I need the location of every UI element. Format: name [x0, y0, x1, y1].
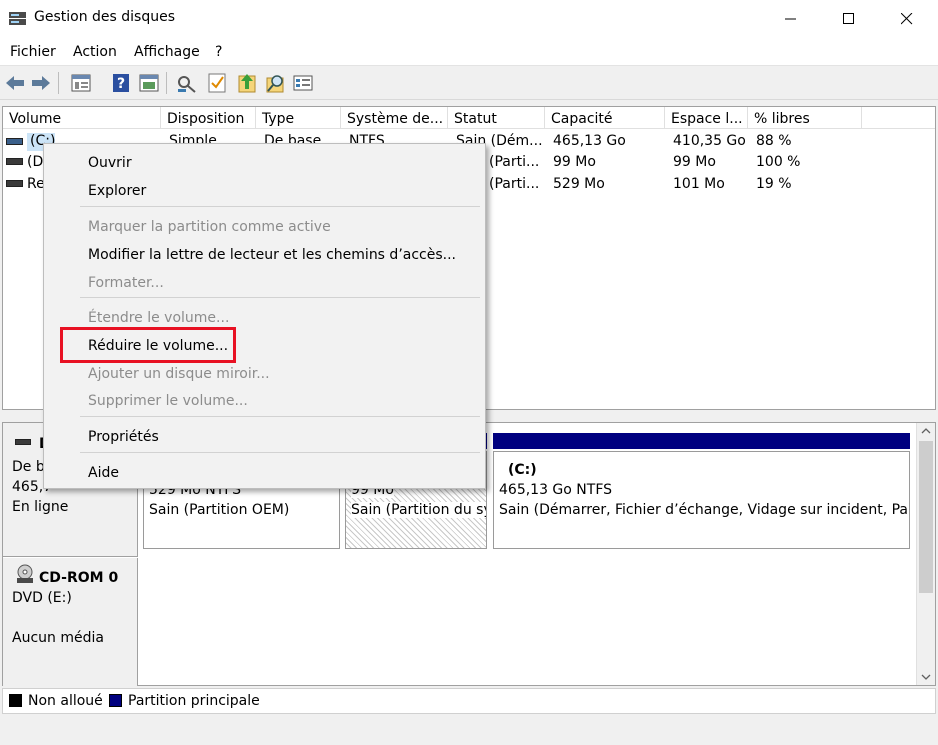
- volume-icon: [6, 138, 23, 145]
- disk-type: De b: [12, 459, 45, 475]
- menu-item-add-mirror: Ajouter un disque miroir...: [88, 366, 270, 382]
- menu-bar: Fichier Action Affichage ?: [0, 38, 938, 66]
- partition-status: Sain (Partition du sy: [351, 502, 486, 518]
- volume-free: 99 Mo: [673, 154, 716, 170]
- volume-status: (Parti...: [489, 154, 540, 170]
- svg-text:?: ?: [117, 76, 125, 92]
- scrollbar-thumb[interactable]: [919, 441, 933, 593]
- volume-capacity: 99 Mo: [553, 154, 596, 170]
- menu-fichier[interactable]: Fichier: [10, 44, 56, 60]
- back-arrow-icon[interactable]: [4, 72, 26, 94]
- view-icon[interactable]: [138, 72, 160, 94]
- menu-item-format: Formater...: [88, 275, 164, 291]
- partition-status: Sain (Démarrer, Fichier d’échange, Vidag…: [499, 502, 910, 518]
- column-capacity[interactable]: Capacité: [545, 107, 665, 129]
- menu-affichage[interactable]: Affichage: [134, 44, 200, 60]
- disk-status: Aucun média: [12, 630, 104, 646]
- disk-status: En ligne: [12, 499, 69, 515]
- title-bar: Gestion des disques: [0, 0, 938, 38]
- volume-percent: 100 %: [756, 154, 801, 170]
- disk-management-icon: [9, 12, 26, 25]
- volume-free: 410,35 Go: [673, 133, 746, 149]
- menu-help[interactable]: ?: [215, 44, 222, 60]
- cdrom-icon: [17, 564, 33, 583]
- column-disposition[interactable]: Disposition: [161, 107, 256, 129]
- context-menu: Ouvrir Explorer Marquer la partition com…: [43, 143, 486, 489]
- list-icon[interactable]: [292, 72, 314, 94]
- column-volume[interactable]: Volume: [3, 107, 161, 129]
- window-title: Gestion des disques: [34, 9, 176, 25]
- scroll-down-icon[interactable]: [921, 673, 931, 681]
- legend-swatch-primary: [109, 694, 122, 707]
- up-arrow-icon[interactable]: [236, 72, 258, 94]
- disk-type: DVD (E:): [12, 590, 72, 606]
- column-header: Volume Disposition Type Système de... St…: [3, 107, 935, 129]
- legend-unallocated: Non alloué: [28, 693, 103, 709]
- legend-swatch-unallocated: [9, 694, 22, 707]
- connect-icon[interactable]: [176, 72, 198, 94]
- column-filesystem[interactable]: Système de...: [341, 107, 448, 129]
- column-type[interactable]: Type: [256, 107, 341, 129]
- volume-percent: 19 %: [756, 176, 792, 192]
- close-button[interactable]: [884, 0, 930, 38]
- disk-icon: [15, 439, 31, 445]
- partition-bar: [493, 433, 910, 449]
- menu-item-open[interactable]: Ouvrir: [88, 155, 132, 171]
- partition-c[interactable]: (C:) 465,13 Go NTFS Sain (Démarrer, Fich…: [493, 451, 910, 549]
- properties-icon[interactable]: [70, 72, 92, 94]
- menu-item-help[interactable]: Aide: [88, 465, 119, 481]
- menu-item-properties[interactable]: Propriétés: [88, 429, 159, 445]
- legend: Non alloué Partition principale: [2, 688, 936, 714]
- menu-item-mark-active: Marquer la partition comme active: [88, 219, 331, 235]
- menu-action[interactable]: Action: [73, 44, 117, 60]
- highlight-box: [60, 327, 236, 363]
- volume-icon: [6, 158, 23, 165]
- maximize-icon: [843, 13, 854, 24]
- minimize-icon: [785, 18, 796, 20]
- disk-cdrom-label[interactable]: CD-ROM 0 DVD (E:) Aucun média: [3, 558, 138, 686]
- check-icon[interactable]: [206, 72, 228, 94]
- close-icon: [901, 13, 913, 25]
- scroll-up-icon[interactable]: [921, 427, 931, 435]
- column-free-space[interactable]: Espace l...: [665, 107, 748, 129]
- volume-free: 101 Mo: [673, 176, 725, 192]
- partition-status: Sain (Partition OEM): [149, 502, 290, 518]
- column-percent-free[interactable]: % libres: [748, 107, 862, 129]
- legend-primary: Partition principale: [128, 693, 260, 709]
- forward-arrow-icon[interactable]: [30, 72, 52, 94]
- volume-status: (Parti...: [489, 176, 540, 192]
- partition-size: 465,13 Go NTFS: [499, 482, 613, 498]
- volume-icon: [6, 180, 23, 187]
- volume-capacity: 465,13 Go: [553, 133, 626, 149]
- menu-item-explore[interactable]: Explorer: [88, 183, 146, 199]
- menu-item-change-letter[interactable]: Modifier la lettre de lecteur et les che…: [88, 247, 456, 263]
- minimize-button[interactable]: [768, 0, 814, 38]
- menu-item-delete-volume: Supprimer le volume...: [88, 393, 248, 409]
- volume-percent: 88 %: [756, 133, 792, 149]
- volume-capacity: 529 Mo: [553, 176, 605, 192]
- help-icon[interactable]: ?: [110, 72, 132, 94]
- column-status[interactable]: Statut: [448, 107, 545, 129]
- maximize-button[interactable]: [826, 0, 872, 38]
- status-bar: [0, 716, 938, 745]
- toolbar: ?: [0, 66, 938, 100]
- disk-name: CD-ROM 0: [39, 570, 119, 586]
- vertical-scrollbar[interactable]: [916, 423, 935, 685]
- menu-item-extend-volume: Étendre le volume...: [88, 310, 230, 326]
- partition-name: (C:): [508, 462, 537, 478]
- search-icon[interactable]: [264, 72, 286, 94]
